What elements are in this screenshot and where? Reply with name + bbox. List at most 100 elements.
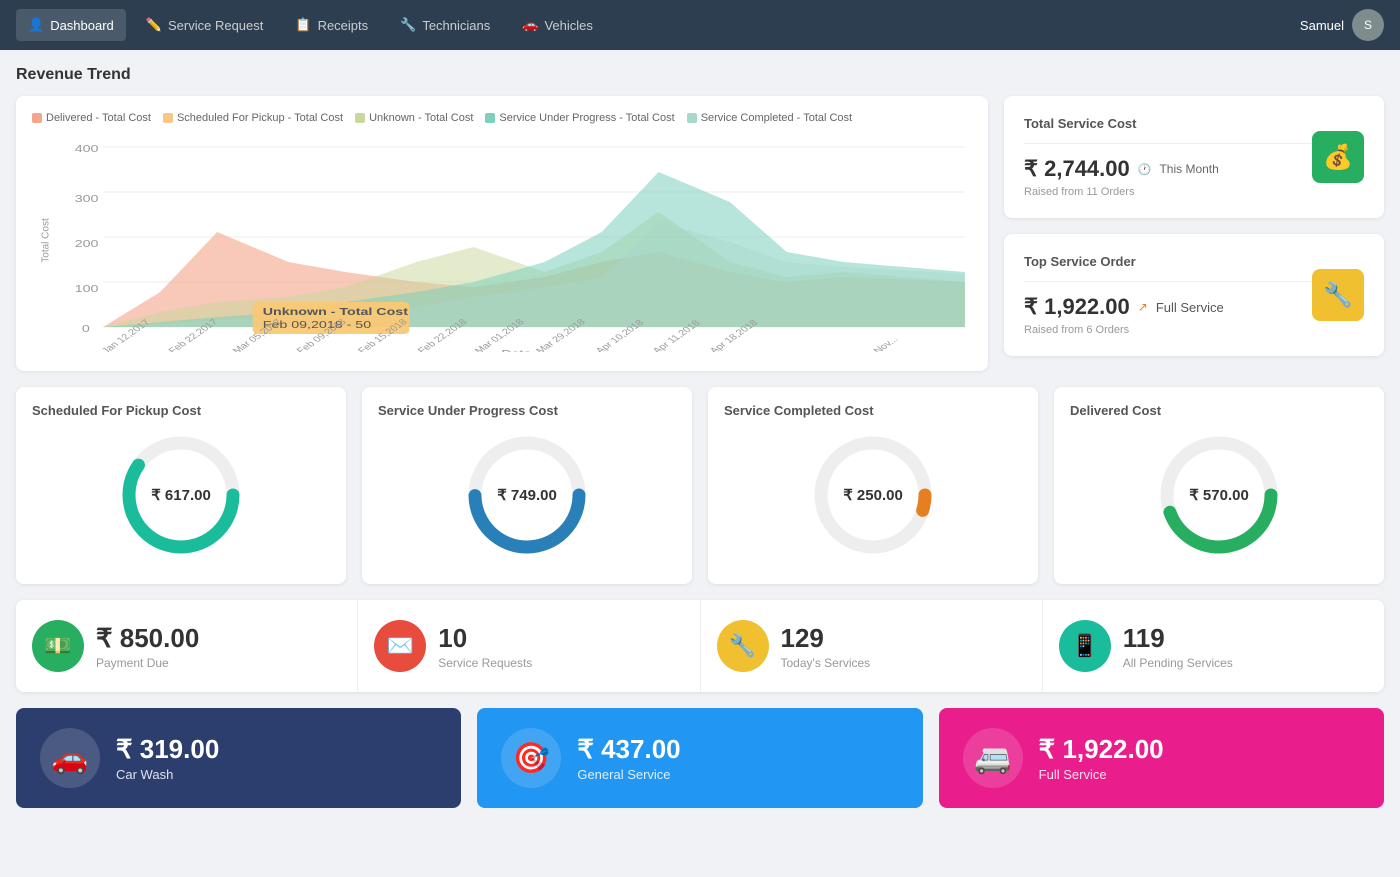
stat-number-payment: ₹ 850.00 [96,623,199,654]
stat-box-today: 🔧 129 Today's Services [701,600,1043,692]
today-icon: 🔧 [729,633,756,659]
nav-dashboard[interactable]: 👤 Dashboard [16,9,126,41]
total-service-cost-info: Total Service Cost ₹ 2,744.00 🕐 This Mon… [1024,116,1312,198]
donut-card-completed: Service Completed Cost ₹ 250.00 [708,387,1038,584]
stat-box-pending: 📱 119 All Pending Services [1043,600,1384,692]
top-service-type: Full Service [1156,300,1224,315]
donut-wrap-progress: ₹ 749.00 [462,430,592,560]
steering-icon: 🎯 [513,741,550,776]
nav-service-request-label: Service Request [168,18,263,33]
nav-technicians[interactable]: 🔧 Technicians [388,9,502,41]
today-icon-circle: 🔧 [717,620,769,672]
donut-wrap-completed: ₹ 250.00 [808,430,938,560]
stat-number-requests: 10 [438,623,532,654]
y-axis-label: Total Cost [41,218,52,262]
technicians-icon: 🔧 [400,17,416,33]
top-service-order-card: Top Service Order ₹ 1,922.00 ↗ Full Serv… [1004,234,1384,356]
right-cards: Total Service Cost ₹ 2,744.00 🕐 This Mon… [1004,96,1384,371]
service-request-icon: ✏️ [146,17,162,33]
legend-dot-progress [485,113,495,123]
bottom-card-carwash-info: ₹ 319.00 Car Wash [116,734,219,782]
general-icon-circle: 🎯 [501,728,561,788]
bottom-card-carwash-label: Car Wash [116,767,219,782]
donut-center-progress: ₹ 749.00 [497,486,557,504]
nav-user: Samuel S [1300,9,1384,41]
stats-row: 💵 ₹ 850.00 Payment Due ✉️ 10 Service Req… [16,600,1384,692]
donut-center-completed: ₹ 250.00 [843,486,903,504]
donut-title-completed: Service Completed Cost [724,403,1022,418]
bottom-card-general-label: General Service [577,767,680,782]
total-service-sub: Raised from 11 Orders [1024,186,1312,198]
top-service-order-info: Top Service Order ₹ 1,922.00 ↗ Full Serv… [1024,254,1312,336]
legend-label-delivered: Delivered - Total Cost [46,112,151,124]
donut-card-delivered: Delivered Cost ₹ 570.00 [1054,387,1384,584]
total-service-period: This Month [1159,162,1218,176]
stat-box-payment: 💵 ₹ 850.00 Payment Due [16,600,358,692]
legend-scheduled: Scheduled For Pickup - Total Cost [163,112,343,124]
legend-completed: Service Completed - Total Cost [687,112,852,124]
donut-wrap-delivered: ₹ 570.00 [1154,430,1284,560]
donut-title-delivered: Delivered Cost [1070,403,1368,418]
bottom-card-general[interactable]: 🎯 ₹ 437.00 General Service [477,708,922,808]
donut-card-progress: Service Under Progress Cost ₹ 749.00 [362,387,692,584]
nav-technicians-label: Technicians [422,18,490,33]
top-service-order-title: Top Service Order [1024,254,1312,269]
top-service-icon-box: 🔧 [1312,269,1364,321]
van-icon: 🚐 [974,741,1011,776]
stat-info-requests: 10 Service Requests [438,623,532,670]
stat-info-payment: ₹ 850.00 Payment Due [96,623,199,670]
bottom-card-full-label: Full Service [1039,767,1164,782]
donut-row: Scheduled For Pickup Cost ₹ 617.00 Servi… [16,387,1384,584]
trend-icon: ↗ [1138,300,1148,314]
chart-legend: Delivered - Total Cost Scheduled For Pic… [32,112,972,124]
requests-icon-circle: ✉️ [374,620,426,672]
pending-icon-circle: 📱 [1059,620,1111,672]
nav-vehicles-label: Vehicles [544,18,592,33]
svg-text:400: 400 [75,143,99,154]
nav-dashboard-label: Dashboard [50,18,114,33]
total-service-cost-title: Total Service Cost [1024,116,1312,131]
svg-text:Date: Date [501,348,531,352]
total-service-cost-card: Total Service Cost ₹ 2,744.00 🕐 This Mon… [1004,96,1384,218]
bottom-card-general-amount: ₹ 437.00 [577,734,680,765]
money-bag-icon: 💰 [1323,143,1353,172]
donut-title-progress: Service Under Progress Cost [378,403,676,418]
stat-number-today: 129 [781,623,871,654]
bottom-row: 🚗 ₹ 319.00 Car Wash 🎯 ₹ 437.00 General S… [16,708,1384,808]
legend-dot-delivered [32,113,42,123]
top-service-sub: Raised from 6 Orders [1024,324,1312,336]
legend-dot-unknown [355,113,365,123]
stat-number-pending: 119 [1123,623,1233,654]
top-service-amount-row: ₹ 1,922.00 ↗ Full Service [1024,294,1312,320]
top-service-amount: ₹ 1,922.00 [1024,294,1130,320]
donut-wrap-scheduled: ₹ 617.00 [116,430,246,560]
bottom-card-carwash-amount: ₹ 319.00 [116,734,219,765]
stat-info-today: 129 Today's Services [781,623,871,670]
main-content: Revenue Trend Delivered - Total Cost Sch… [0,50,1400,824]
nav-username: Samuel [1300,18,1344,33]
legend-label-scheduled: Scheduled For Pickup - Total Cost [177,112,343,124]
donut-center-scheduled: ₹ 617.00 [151,486,211,504]
revenue-chart-svg: 400 300 200 100 0 [32,132,972,352]
stat-box-requests: ✉️ 10 Service Requests [358,600,700,692]
legend-delivered: Delivered - Total Cost [32,112,151,124]
bottom-card-full[interactable]: 🚐 ₹ 1,922.00 Full Service [939,708,1384,808]
svg-text:Unknown - Total Cost: Unknown - Total Cost [263,306,408,317]
legend-label-unknown: Unknown - Total Cost [369,112,473,124]
nav-receipts[interactable]: 📋 Receipts [283,9,380,41]
legend-dot-completed [687,113,697,123]
donut-title-scheduled: Scheduled For Pickup Cost [32,403,330,418]
nav-service-request[interactable]: ✏️ Service Request [134,9,276,41]
nav-vehicles[interactable]: 🚗 Vehicles [510,9,605,41]
stat-label-payment: Payment Due [96,656,199,670]
bottom-card-carwash[interactable]: 🚗 ₹ 319.00 Car Wash [16,708,461,808]
legend-label-progress: Service Under Progress - Total Cost [499,112,674,124]
receipts-icon: 📋 [295,17,311,33]
stat-label-pending: All Pending Services [1123,656,1233,670]
total-service-icon-box: 💰 [1312,131,1364,183]
svg-text:Nov...: Nov... [872,335,901,352]
donut-center-delivered: ₹ 570.00 [1189,486,1249,504]
dashboard-icon: 👤 [28,17,44,33]
legend-label-completed: Service Completed - Total Cost [701,112,852,124]
clock-icon: 🕐 [1138,163,1152,176]
